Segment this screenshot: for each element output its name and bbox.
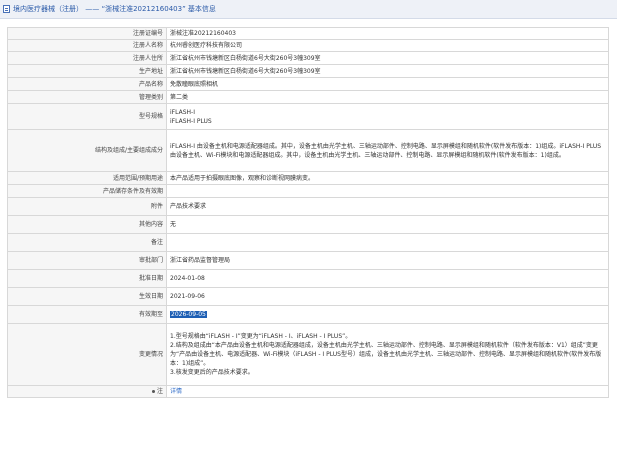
row-label: 批准日期 [7, 269, 167, 288]
row-label: 变更情况 [7, 323, 167, 386]
table-row: 注册人住所 浙江省杭州市钱塘新区白杨街道6号大街260号3幢309室 [7, 51, 609, 65]
table-row: 有效期至 2026-09-05 [7, 305, 609, 324]
table-row: 管理类别 第二类 [7, 90, 609, 104]
table-row: 备注 [7, 233, 609, 252]
other-content: 无 [166, 215, 609, 234]
remarks [166, 233, 609, 252]
details-link[interactable]: 详情 [170, 388, 182, 395]
product-name: 免散瞳眼底照相机 [166, 77, 609, 91]
row-label: 备注 [7, 233, 167, 252]
model-spec: iFLASH-I iFLASH-I PLUS [166, 103, 609, 130]
intended-use: 本产品适用于拍摄眼底图像，观察和诊断视网膜病变。 [166, 171, 609, 185]
row-label: 型号规格 [7, 103, 167, 130]
page-title: 境内医疗器械（注册） —— “浙械注准20212160403” 基本信息 [13, 5, 216, 13]
row-label: 审批部门 [7, 251, 167, 270]
row-label: 管理类别 [7, 90, 167, 104]
bullet-icon [151, 390, 155, 393]
page-header: 境内医疗器械（注册） —— “浙械注准20212160403” 基本信息 [0, 0, 617, 19]
table-row: 其他内容 无 [7, 215, 609, 234]
expiry-date[interactable]: 2026-09-05 [170, 311, 207, 318]
table-row: 产品储存条件及有效期 [7, 184, 609, 198]
row-label: 适用范围/预期用途 [7, 171, 167, 185]
document-icon [3, 5, 10, 13]
row-label: 结构及组成/主要组成成分 [7, 129, 167, 172]
change-line: 3.核发变更后的产品技术要求。 [170, 369, 254, 376]
table-row: 型号规格 iFLASH-I iFLASH-I PLUS [7, 103, 609, 130]
table-row: 变更情况 1.型号规格由“iFLASH - I”变更为“iFLASH - I、i… [7, 323, 609, 386]
row-label: 注册证编号 [7, 27, 167, 40]
info-table: 注册证编号 浙械注准20212160403 注册人名称 杭州睿创医疗科技有限公司… [7, 27, 609, 398]
attachments: 产品技术要求 [166, 197, 609, 216]
row-label: 生效日期 [7, 287, 167, 306]
row-label: 其他内容 [7, 215, 167, 234]
table-row: 生产地址 浙江省杭州市钱塘新区白杨街道6号大街260号3幢309室 [7, 64, 609, 78]
management-category: 第二类 [166, 90, 609, 104]
model-spec-line: iFLASH-I PLUS [170, 117, 212, 125]
row-label: 有效期至 [7, 305, 167, 324]
change-line: 2.结构及组成由“本产品由设备主机和电源适配器组成，设备主机由光学主机、三轴运动… [170, 342, 602, 367]
table-row: 注册人名称 杭州睿创医疗科技有限公司 [7, 39, 609, 52]
table-row: 注册证编号 浙械注准20212160403 [7, 27, 609, 40]
table-row: 产品名称 免散瞳眼底照相机 [7, 77, 609, 91]
production-address: 浙江省杭州市钱塘新区白杨街道6号大街260号3幢309室 [166, 64, 609, 78]
row-label: 注册人住所 [7, 51, 167, 65]
table-row: 生效日期 2021-09-06 [7, 287, 609, 306]
row-label: 产品储存条件及有效期 [7, 184, 167, 198]
effective-date: 2021-09-06 [166, 287, 609, 306]
table-row: 附件 产品技术要求 [7, 197, 609, 216]
registration-number: 浙械注准20212160403 [166, 27, 609, 40]
approval-date: 2024-01-08 [166, 269, 609, 288]
approval-department: 浙江省药品监督管理局 [166, 251, 609, 270]
table-row: 审批部门 浙江省药品监督管理局 [7, 251, 609, 270]
table-row: 结构及组成/主要组成成分 iFLASH-I 由设备主机和电源适配器组成。其中，设… [7, 129, 609, 172]
table-row: 适用范围/预期用途 本产品适用于拍摄眼底图像，观察和诊断视网膜病变。 [7, 171, 609, 185]
model-spec-line: iFLASH-I [170, 108, 195, 116]
row-label: 生产地址 [7, 64, 167, 78]
registrant-name: 杭州睿创医疗科技有限公司 [166, 39, 609, 52]
storage-conditions [166, 184, 609, 198]
change-history: 1.型号规格由“iFLASH - I”变更为“iFLASH - I、iFLASH… [166, 323, 609, 386]
row-label: 产品名称 [7, 77, 167, 91]
change-line: 1.型号规格由“iFLASH - I”变更为“iFLASH - I、iFLASH… [170, 333, 352, 340]
structure-composition: iFLASH-I 由设备主机和电源适配器组成。其中，设备主机由光学主机、三轴运动… [166, 129, 609, 172]
row-label: 注 [156, 388, 163, 395]
table-row: 注 详情 [7, 385, 609, 398]
row-label: 注册人名称 [7, 39, 167, 52]
row-label: 附件 [7, 197, 167, 216]
table-row: 批准日期 2024-01-08 [7, 269, 609, 288]
registrant-address: 浙江省杭州市钱塘新区白杨街道6号大街260号3幢309室 [166, 51, 609, 65]
